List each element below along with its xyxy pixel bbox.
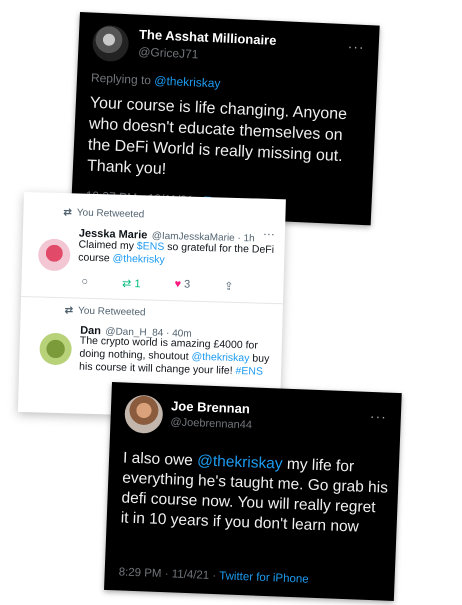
avatar[interactable] (37, 238, 71, 272)
retweet-label: ⇄ You Retweeted (63, 207, 145, 221)
avatar[interactable] (91, 24, 130, 63)
more-icon[interactable]: ··· (370, 408, 388, 425)
like-button[interactable]: ♥ 3 (174, 278, 190, 291)
like-count: 3 (183, 278, 191, 291)
replying-prefix: Replying to (90, 70, 155, 88)
tweet-text: The crypto world is amazing £4000 for do… (78, 334, 270, 378)
author-handle[interactable]: @GriceJ71 (138, 45, 199, 62)
tweet-text: Your course is life changing. Anyone who… (86, 94, 348, 179)
retweet-icon: ⇄ (64, 305, 74, 317)
mention-link[interactable]: @thekriskay (191, 351, 249, 365)
tweet-source[interactable]: Twitter for iPhone (219, 570, 309, 585)
more-icon[interactable]: ··· (347, 38, 365, 55)
tweet-card-joe-brennan[interactable]: Joe Brennan @Joebrennan44 ··· I also owe… (104, 382, 402, 601)
tweet-timestamp[interactable]: 8:29 PM · 11/4/21 · (118, 566, 219, 582)
retweet-button[interactable]: ⇄ 1 (122, 277, 141, 291)
author-name[interactable]: Joe Brennan (171, 398, 250, 416)
tweet-text: I also owe @thekriskay my life for every… (120, 449, 389, 536)
tweet-meta: 8:29 PM · 11/4/21 · Twitter for iPhone (118, 566, 308, 585)
tweet-actions: ○ ⇄ 1 ♥ 3 ⇪ (81, 276, 233, 293)
replying-to-line: Replying to @thekriskay (91, 71, 221, 91)
mention-link[interactable]: @thekriskay (197, 452, 283, 472)
divider (21, 295, 283, 305)
author-handle[interactable]: @Joebrennan44 (170, 416, 252, 431)
hashtag-link[interactable]: #ENS (235, 365, 263, 378)
more-icon[interactable]: ··· (263, 227, 275, 241)
cashtag-link[interactable]: $ENS (137, 240, 165, 253)
mention-link[interactable]: @thekriskay (154, 73, 221, 90)
reply-icon[interactable]: ○ (81, 276, 88, 289)
retweet-count: 1 (134, 278, 141, 291)
avatar[interactable] (124, 394, 164, 434)
tweet-text: Claimed my $ENS so grateful for the DeFi… (78, 238, 275, 266)
mention-link[interactable]: @thekrisky (112, 253, 164, 266)
avatar[interactable] (39, 332, 73, 366)
retweet-label: ⇄ You Retweeted (64, 305, 146, 319)
retweet-icon: ⇄ (63, 207, 72, 219)
tweet-card-asshat-millionaire[interactable]: The Asshat Millionaire @GriceJ71 ··· Rep… (70, 12, 380, 226)
share-icon[interactable]: ⇪ (224, 280, 234, 293)
